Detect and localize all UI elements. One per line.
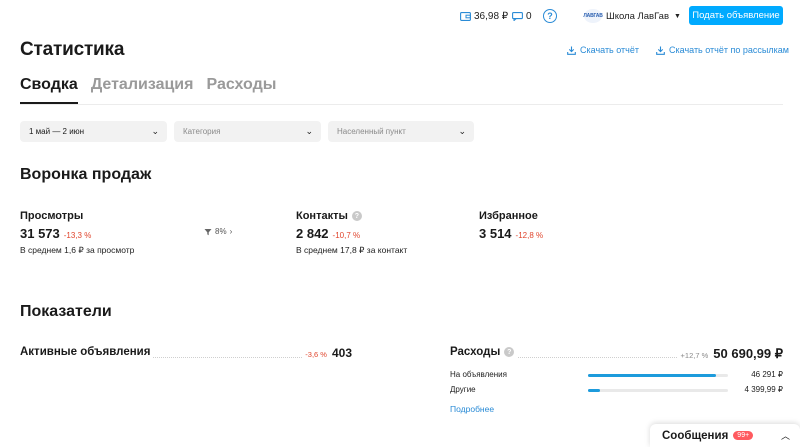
category-select[interactable]: Категория ⌄ (174, 121, 321, 142)
account-logo: ЛАВГАВ (583, 9, 603, 23)
chevron-up-icon[interactable]: ︿ (781, 429, 790, 442)
download-mailing-report-link[interactable]: Скачать отчёт по рассылкам (656, 45, 789, 55)
chevron-down-icon: ⌄ (151, 126, 159, 136)
indicators-title: Показатели (20, 303, 112, 320)
top-bar: 36,98 ₽ 0 ? ЛАВГАВ Школа ЛавГав ▼ Подать… (0, 6, 800, 26)
active-ads-row: Активные объявления -3,6 % 403 (20, 346, 352, 362)
spend-breakdown-row: На объявления 46 291 ₽ (450, 370, 783, 382)
favorites-label: Избранное (479, 210, 538, 222)
spend-delta: +12,7 % (680, 351, 709, 360)
messages-counter[interactable]: 0 (512, 6, 532, 26)
favorites-metric: Избранное 3 514 -12,8 % (479, 210, 543, 241)
views-delta: -13,3 % (63, 231, 92, 240)
post-ad-button[interactable]: Подать объявление (689, 6, 783, 25)
favorites-delta: -12,8 % (515, 231, 544, 240)
messages-title: Сообщения (662, 429, 729, 442)
account-name: Школа ЛавГав (606, 10, 670, 22)
views-label: Просмотры (20, 210, 84, 222)
period-select[interactable]: 1 май — 2 июн ⌄ (20, 121, 167, 142)
active-ads-delta: -3,6 % (305, 350, 327, 359)
wallet-amount: 36,98 ₽ (474, 10, 509, 22)
spend-row: Расходы ? +12,7 % 50 690,99 ₽ (450, 346, 783, 362)
contacts-delta: -10,7 % (332, 231, 361, 240)
wallet-balance[interactable]: 36,98 ₽ (460, 6, 508, 26)
download-icon (567, 46, 576, 55)
spend-other-bar (588, 389, 728, 392)
spend-ads-bar-fill (588, 374, 716, 377)
account-menu[interactable]: ЛАВГАВ Школа ЛавГав ▼ (583, 6, 681, 26)
spend-label: Расходы (450, 346, 501, 358)
favorites-value: 3 514 (479, 226, 512, 241)
views-value: 31 573 (20, 226, 60, 241)
conversion-indicator[interactable]: 8% › (204, 227, 232, 236)
active-ads-value: 403 (331, 346, 352, 360)
contacts-average: В среднем 17,8 ₽ за контакт (296, 245, 408, 255)
messages-count: 0 (526, 10, 532, 22)
download-icon (656, 46, 665, 55)
info-icon[interactable]: ? (504, 347, 515, 357)
page-title: Статистика (20, 39, 125, 60)
spend-ads-bar (588, 374, 728, 377)
contacts-label: Контакты (296, 210, 348, 222)
chevron-right-icon: › (229, 227, 233, 236)
messages-badge: 99+ (733, 431, 754, 440)
help-icon[interactable]: ? (543, 9, 557, 23)
spend-other-label: Другие (450, 385, 476, 394)
conversion-value: 8% (215, 227, 227, 236)
messages-panel[interactable]: Сообщения 99+ ︿ (650, 424, 800, 447)
spend-breakdown-row: Другие 4 399,99 ₽ (450, 385, 783, 397)
wallet-icon (460, 11, 471, 21)
city-placeholder: Населенный пункт (337, 127, 406, 136)
spend-other-value: 4 399,99 ₽ (744, 385, 783, 394)
message-icon (512, 11, 523, 21)
spend-ads-value: 46 291 ₽ (751, 370, 783, 379)
period-value: 1 май — 2 июн (29, 127, 85, 136)
views-average: В среднем 1,6 ₽ за просмотр (20, 245, 135, 255)
tab-summary[interactable]: Сводка (20, 76, 78, 104)
spend-other-bar-fill (588, 389, 601, 392)
spend-more-link[interactable]: Подробнее (450, 404, 494, 414)
funnel-title: Воронка продаж (20, 166, 152, 183)
funnel-icon (204, 228, 212, 235)
city-select[interactable]: Населенный пункт ⌄ (328, 121, 474, 142)
contacts-value: 2 842 (296, 226, 329, 241)
category-placeholder: Категория (183, 127, 221, 136)
tabs-divider (20, 104, 783, 105)
chevron-down-icon: ⌄ (458, 126, 466, 136)
active-ads-label: Активные объявления (20, 346, 154, 358)
views-metric: Просмотры 31 573 -13,3 % В среднем 1,6 ₽… (20, 210, 134, 256)
spend-value: 50 690,99 ₽ (713, 346, 783, 361)
contacts-metric: Контакты ? 2 842 -10,7 % В среднем 17,8 … (296, 210, 407, 256)
chevron-down-icon: ▼ (674, 12, 681, 20)
download-mailing-report-label: Скачать отчёт по рассылкам (669, 45, 789, 55)
download-report-label: Скачать отчёт (580, 45, 639, 55)
info-icon[interactable]: ? (351, 211, 362, 221)
tabs: Сводка Детализация Расходы (20, 76, 276, 104)
spend-ads-label: На объявления (450, 370, 507, 379)
download-report-link[interactable]: Скачать отчёт (567, 45, 639, 55)
chevron-down-icon: ⌄ (305, 126, 313, 136)
tab-expenses[interactable]: Расходы (206, 76, 276, 104)
tab-details[interactable]: Детализация (91, 76, 194, 104)
